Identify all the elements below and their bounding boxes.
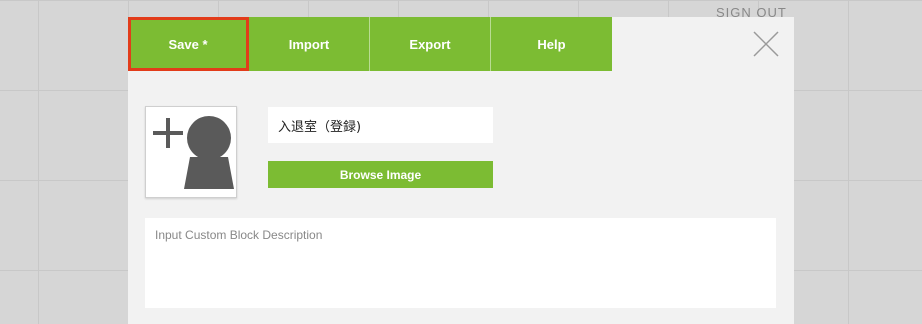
help-button[interactable]: Help <box>491 17 612 71</box>
avatar-image[interactable] <box>145 106 237 198</box>
add-person-icon <box>153 116 234 189</box>
save-button[interactable]: Save * <box>128 17 249 71</box>
browse-image-button[interactable]: Browse Image <box>268 161 493 188</box>
import-button[interactable]: Import <box>249 17 370 71</box>
custom-block-dialog: Save * Import Export Help Browse Image <box>128 17 794 324</box>
block-name-input[interactable] <box>268 107 493 143</box>
block-description-field[interactable] <box>145 218 776 308</box>
dialog-toolbar: Save * Import Export Help <box>128 17 612 71</box>
export-button[interactable]: Export <box>370 17 491 71</box>
close-icon[interactable] <box>752 30 780 58</box>
